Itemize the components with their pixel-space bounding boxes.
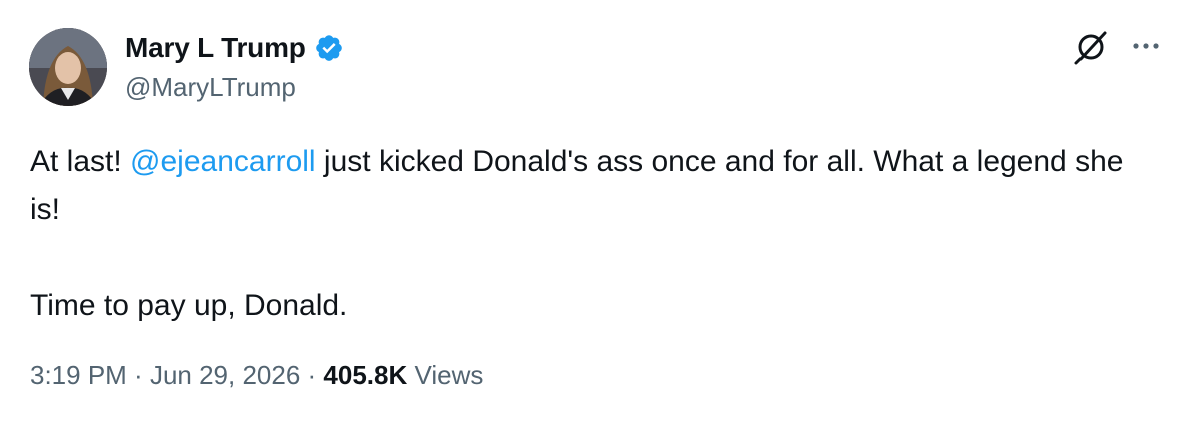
views-label: Views: [407, 360, 484, 390]
author-handle[interactable]: @MaryLTrump: [125, 72, 296, 103]
tweet-meta: 3:19 PM · Jun 29, 2026 · 405.8K Views: [30, 360, 483, 391]
views-count[interactable]: 405.8K: [323, 360, 407, 391]
meta-separator: ·: [126, 360, 150, 390]
tweet-text-intro: At last!: [30, 145, 131, 178]
more-options-icon[interactable]: [1130, 30, 1162, 62]
tweet-card: Mary L Trump @MaryLTrump At last! @ejean…: [0, 0, 1190, 426]
author-display-name[interactable]: Mary L Trump: [125, 32, 306, 64]
avatar[interactable]: [29, 28, 107, 106]
verified-badge-icon[interactable]: [314, 33, 344, 63]
tweet-paragraph-2: Time to pay up, Donald.: [30, 289, 348, 322]
mention-link[interactable]: @ejeancarroll: [130, 145, 316, 178]
author-name-row: Mary L Trump: [125, 30, 344, 66]
tweet-paragraph-1: At last! @ejeancarroll just kicked Donal…: [30, 138, 1160, 234]
tweet-date[interactable]: Jun 29, 2026: [150, 360, 300, 391]
grok-icon[interactable]: [1072, 26, 1112, 66]
meta-separator: ·: [300, 360, 324, 390]
tweet-body: At last! @ejeancarroll just kicked Donal…: [30, 138, 1160, 330]
tweet-top-actions: [1072, 26, 1162, 66]
tweet-time[interactable]: 3:19 PM: [30, 360, 127, 391]
avatar-image: [29, 28, 107, 106]
